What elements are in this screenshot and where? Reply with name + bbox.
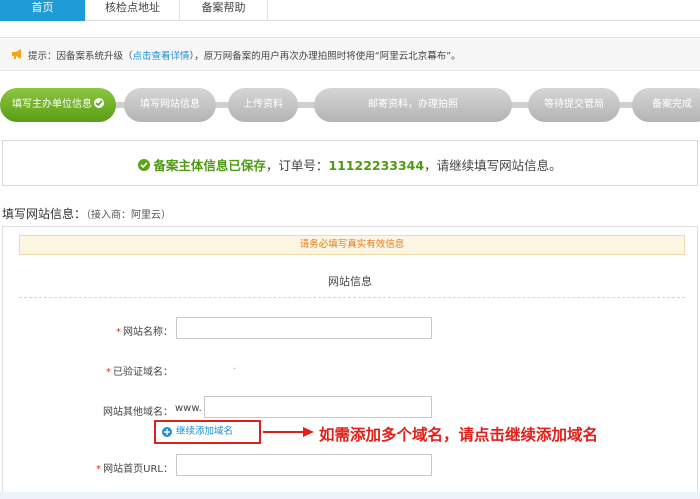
add-domain-label: 继续添加域名 xyxy=(176,426,234,437)
top-tabs: 首页 核检点地址 备案帮助 xyxy=(0,0,700,21)
add-domain-button[interactable]: 继续添加域名 xyxy=(154,420,261,444)
step-host-info-label: 填写主办单位信息 xyxy=(12,99,92,110)
check-circle-icon xyxy=(138,159,151,171)
progress-steps: 填写主办单位信息 填写网站信息 上传资料 邮寄资料，办理拍照 等待提交管局 备案… xyxy=(0,88,700,122)
step-host-info: 填写主办单位信息 xyxy=(0,88,116,122)
tab-filing-help-label: 备案帮助 xyxy=(201,1,246,14)
tip-prefix: 提示：因备案系统升级（ xyxy=(28,51,133,62)
saved-status: 备案主体信息已保存 xyxy=(153,158,266,173)
required-marker: * xyxy=(96,464,102,475)
other-domain-input[interactable] xyxy=(204,396,432,418)
website-info-form: 请务必填写真实有效信息 网站信息 * 网站名称： * 已验证域名： . 网站其他域名… xyxy=(2,226,698,499)
divider xyxy=(19,297,685,298)
tip-details-link[interactable]: 点击查看详情 xyxy=(133,51,190,62)
tip-bar: 提示：因备案系统升级（点击查看详情），原万网备案的用户再次办理拍照时将使用“阿里… xyxy=(0,37,700,71)
section-title-text: 填写网站信息： xyxy=(2,207,87,221)
verified-domain-label: * 已验证域名： xyxy=(83,363,173,378)
step-website-info: 填写网站信息 xyxy=(124,88,216,122)
tab-filing-help[interactable]: 备案帮助 xyxy=(180,0,268,21)
tip-suffix: ），原万网备案的用户再次办理拍照时将使用“阿里云北京幕布”。 xyxy=(189,51,461,62)
step-mail-photo-label: 邮寄资料，办理拍照 xyxy=(368,99,458,110)
verified-domain-label-text: 已验证域名： xyxy=(113,367,173,378)
required-marker: * xyxy=(116,327,121,338)
homepage-url-label-text: 网站首页URL： xyxy=(103,464,173,475)
site-name-input[interactable] xyxy=(176,317,432,339)
site-name-label: * 网站名称： xyxy=(93,323,173,338)
saved-message: 备案主体信息已保存，订单号：11122233344，请继续填写网站信息。 xyxy=(3,155,697,174)
step-wait-submit: 等待提交管局 xyxy=(528,88,620,122)
annotation-text: 如需添加多个域名，请点击继续添加域名 xyxy=(319,426,599,444)
section-title: 填写网站信息：（接入商：阿里云） xyxy=(2,205,171,222)
homepage-url-label: * 网站首页URL： xyxy=(83,460,173,475)
tab-home[interactable]: 首页 xyxy=(0,0,86,21)
arrow-icon xyxy=(263,427,314,437)
provider-note: （接入商：阿里云） xyxy=(86,210,172,221)
step-complete-label: 备案完成 xyxy=(652,99,692,110)
homepage-url-input[interactable] xyxy=(176,454,432,476)
tab-home-label: 首页 xyxy=(31,1,54,14)
step-complete: 备案完成 xyxy=(632,88,700,122)
verified-domain-value: . xyxy=(233,361,237,372)
tip-text: 提示：因备案系统升级（点击查看详情），原万网备案的用户再次办理拍照时将使用“阿里… xyxy=(28,48,461,62)
tab-checkpoint-address-label: 核检点地址 xyxy=(105,1,160,14)
required-marker: * xyxy=(106,367,111,378)
saved-confirmation: 备案主体信息已保存，订单号：11122233344，请继续填写网站信息。 xyxy=(2,140,698,186)
order-number: 11122233344 xyxy=(328,158,425,173)
step-wait-submit-label: 等待提交管局 xyxy=(544,99,604,110)
form-heading: 网站信息 xyxy=(328,275,372,288)
other-domain-prefix: www. xyxy=(175,403,202,414)
step-upload-docs-label: 上传资料 xyxy=(243,99,283,110)
step-upload-docs: 上传资料 xyxy=(228,88,298,122)
step-mail-photo: 邮寄资料，办理拍照 xyxy=(314,88,512,122)
check-icon xyxy=(94,98,104,108)
tab-checkpoint-address[interactable]: 核检点地址 xyxy=(86,0,180,21)
site-name-label-text: 网站名称： xyxy=(123,327,173,338)
step-website-info-label: 填写网站信息 xyxy=(140,99,200,110)
saved-suffix: ，请继续填写网站信息。 xyxy=(424,158,562,173)
notice-banner: 请务必填写真实有效信息 xyxy=(19,235,685,255)
bottom-bar xyxy=(0,492,700,499)
other-domain-label: 网站其他域名： xyxy=(103,407,173,418)
megaphone-icon xyxy=(11,47,25,61)
order-label: ，订单号： xyxy=(265,158,329,173)
plus-icon xyxy=(162,427,172,437)
